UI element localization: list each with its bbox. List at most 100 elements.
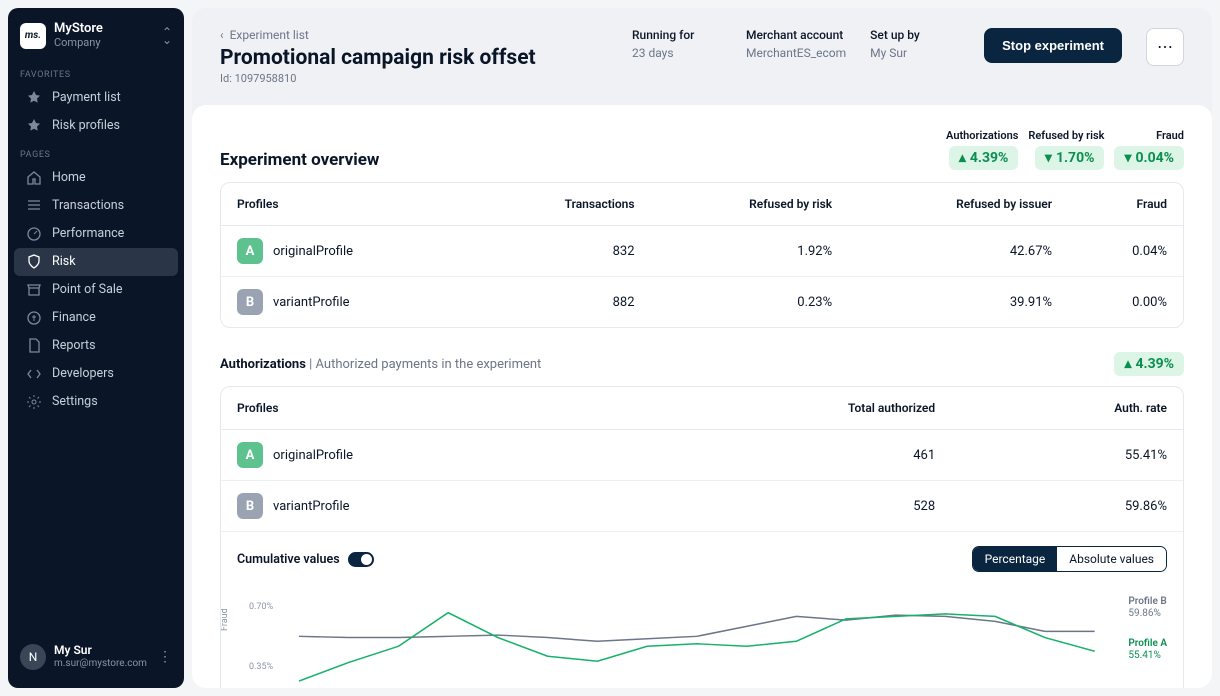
brand-switcher[interactable]: ms. MyStore Company ⌃⌄ (8, 18, 184, 60)
brand-chevron-icon: ⌃⌄ (162, 28, 172, 44)
status-badge: ▴ 4.39% (949, 146, 1019, 170)
sidebar-item-performance[interactable]: Performance (14, 220, 178, 248)
sidebar-item-settings[interactable]: Settings (14, 388, 178, 416)
ytick-0: 0.70% (249, 602, 273, 612)
favorites-heading: FAVORITES (8, 60, 184, 84)
status-badge: ▾ 0.04% (1114, 146, 1184, 170)
value-mode-segment: Percentage Absolute values (972, 546, 1167, 572)
page-header: ‹ Experiment list Promotional campaign r… (192, 8, 1212, 99)
more-icon[interactable]: ⋮ (158, 649, 172, 665)
sidebar-item-label: Finance (52, 310, 96, 325)
meta-set-up-by: Set up by My Sur (870, 28, 960, 60)
authorizations-table: ProfilesTotal authorizedAuth. rate Aorig… (221, 387, 1183, 531)
profile-name: variantProfile (273, 295, 350, 310)
caret-down-icon: ▾ (1045, 150, 1052, 166)
sidebar-item-label: Payment list (52, 90, 121, 105)
gauge-icon (26, 226, 42, 242)
store-icon (26, 282, 42, 298)
main: ‹ Experiment list Promotional campaign r… (192, 8, 1212, 688)
sidebar-item-label: Settings (52, 394, 98, 409)
overview-table: ProfilesTransactionsRefused by riskRefus… (221, 183, 1183, 327)
sidebar-item-reports[interactable]: Reports (14, 332, 178, 360)
table-row: AoriginalProfile46155.41% (221, 430, 1183, 481)
profile-badge: B (237, 289, 263, 315)
user-menu[interactable]: N My Sur m.sur@mystore.com ⋮ (8, 636, 184, 678)
more-actions-button[interactable]: ⋯ (1146, 28, 1184, 66)
sidebar-item-label: Point of Sale (52, 282, 123, 297)
sidebar-item-transactions[interactable]: Transactions (14, 192, 178, 220)
sidebar-item-home[interactable]: Home (14, 164, 178, 192)
caret-down-icon: ▾ (1124, 150, 1131, 166)
meta-running-for: Running for 23 days (632, 28, 722, 60)
profile-name: variantProfile (273, 499, 350, 514)
status-badge: ▾ 1.70% (1035, 146, 1105, 170)
shield-icon (26, 254, 42, 270)
breadcrumb[interactable]: ‹ Experiment list (220, 28, 536, 42)
chart-ylabel: Fraud (220, 608, 230, 631)
stat-fraud: Fraud▾ 0.04% (1114, 129, 1184, 170)
file-icon (26, 338, 42, 354)
avatar: N (20, 644, 46, 670)
col-header: Profiles (221, 183, 475, 226)
experiment-id: Id: 1097958810 (220, 72, 536, 85)
sidebar-item-developers[interactable]: Developers (14, 360, 178, 388)
col-header: Auth. rate (951, 387, 1183, 430)
stat-authorizations: Authorizations▴ 4.39% (946, 129, 1018, 170)
sidebar-item-label: Developers (52, 366, 114, 381)
sidebar-item-label: Risk profiles (52, 118, 120, 133)
profile-badge: B (237, 493, 263, 519)
segment-absolute[interactable]: Absolute values (1057, 547, 1166, 571)
brand-logo: ms. (20, 23, 46, 49)
sidebar-item-payment-list[interactable]: Payment list (14, 84, 178, 112)
stat-refused-by-risk: Refused by risk▾ 1.70% (1028, 129, 1104, 170)
sidebar-item-point-of-sale[interactable]: Point of Sale (14, 276, 178, 304)
caret-up-icon: ▴ (959, 150, 966, 166)
user-name: My Sur (54, 644, 150, 658)
authorizations-card: ProfilesTotal authorizedAuth. rate Aorig… (220, 386, 1184, 688)
col-header: Refused by risk (651, 183, 849, 226)
authorizations-chart: Fraud 0.70% 0.35% Profile B 59.86% Profi… (221, 586, 1183, 688)
sidebar-item-label: Home (52, 170, 86, 185)
page-title: Promotional campaign risk offset (220, 46, 536, 70)
brand-name: MyStore (54, 22, 154, 37)
col-header: Refused by issuer (848, 183, 1068, 226)
brand-subtitle: Company (54, 37, 154, 50)
overview-title: Experiment overview (220, 150, 379, 170)
legend-profile-a: Profile A 55.41% (1128, 638, 1167, 662)
profile-badge: A (237, 238, 263, 264)
cumulative-toggle-group: Cumulative values (237, 552, 374, 567)
sidebar-item-label: Reports (52, 338, 96, 353)
breadcrumb-label: Experiment list (230, 28, 309, 42)
sidebar-item-risk-profiles[interactable]: Risk profiles (14, 112, 178, 140)
code-icon (26, 366, 42, 382)
sidebar-item-label: Risk (52, 254, 76, 269)
stop-experiment-button[interactable]: Stop experiment (984, 28, 1122, 63)
star-icon (26, 118, 42, 134)
sidebar-item-finance[interactable]: Finance (14, 304, 178, 332)
authorizations-badge: ▴ 4.39% (1114, 352, 1184, 376)
caret-up-icon: ▴ (1124, 356, 1131, 372)
cumulative-label: Cumulative values (237, 552, 340, 567)
segment-percentage[interactable]: Percentage (973, 547, 1058, 571)
table-row: BvariantProfile8820.23%39.91%0.00% (221, 277, 1183, 328)
legend-profile-b: Profile B 59.86% (1128, 596, 1167, 620)
sidebar-item-risk[interactable]: Risk (14, 248, 178, 276)
star-icon (26, 90, 42, 106)
ytick-1: 0.35% (249, 662, 273, 672)
profile-badge: A (237, 442, 263, 468)
col-header: Profiles (221, 387, 626, 430)
sidebar: ms. MyStore Company ⌃⌄ FAVORITES Payment… (8, 8, 184, 688)
col-header: Fraud (1068, 183, 1183, 226)
col-header: Transactions (475, 183, 650, 226)
table-row: AoriginalProfile8321.92%42.67%0.04% (221, 226, 1183, 277)
list-icon (26, 198, 42, 214)
authorizations-heading: Authorizations | Authorized payments in … (220, 357, 541, 372)
home-icon (26, 170, 42, 186)
gear-icon (26, 394, 42, 410)
cumulative-toggle[interactable] (348, 552, 374, 567)
sidebar-item-label: Performance (52, 226, 124, 241)
sidebar-item-label: Transactions (52, 198, 124, 213)
coin-icon (26, 310, 42, 326)
user-email: m.sur@mystore.com (54, 658, 150, 670)
col-header: Total authorized (626, 387, 952, 430)
